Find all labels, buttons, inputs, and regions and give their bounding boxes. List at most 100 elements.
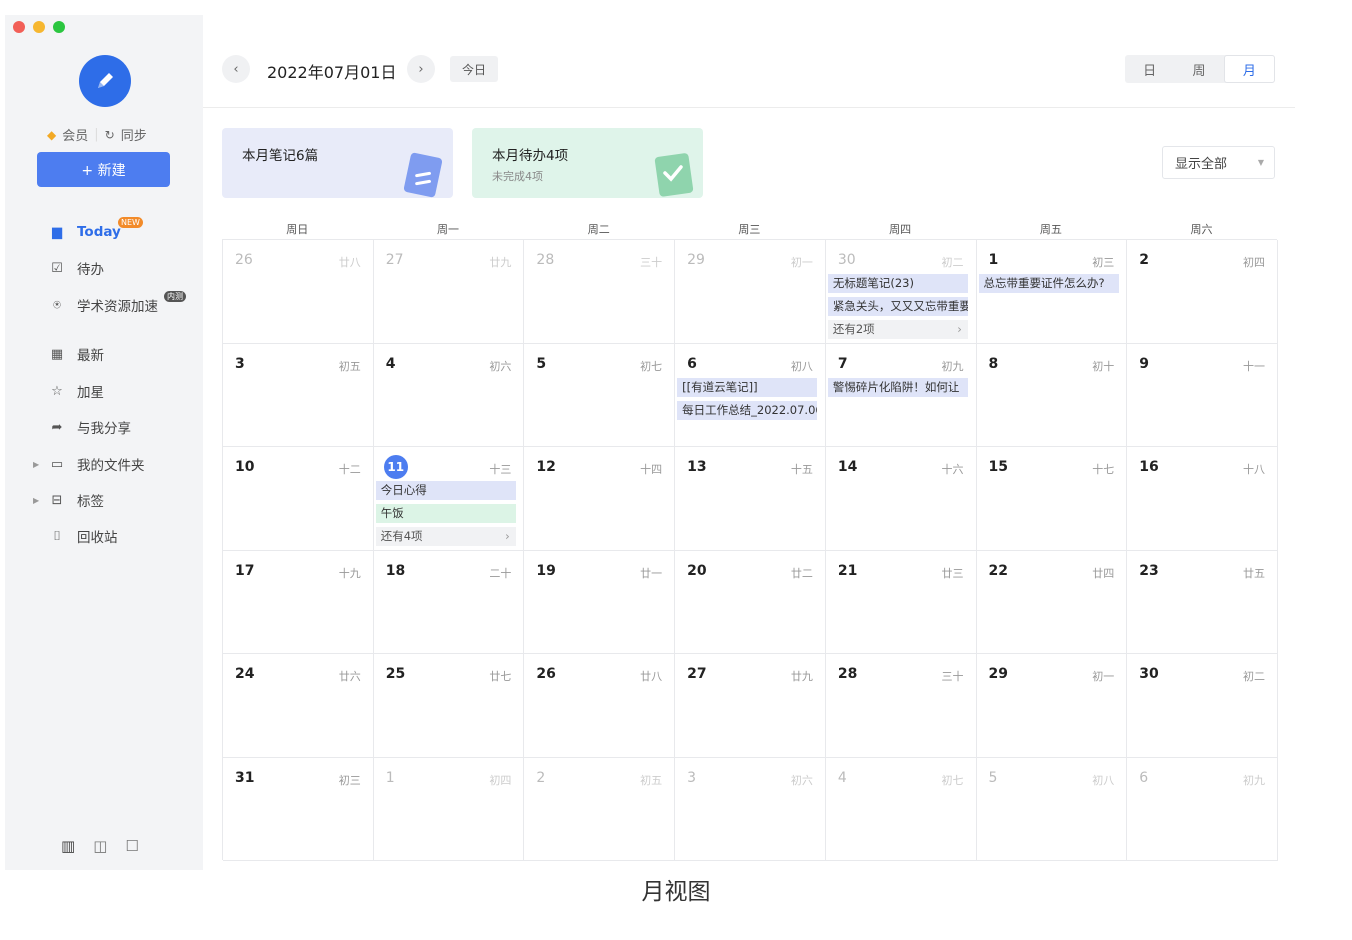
calendar-day-cell[interactable]: 26 廿八 [223,240,374,344]
note-event[interactable]: 无标题笔记(23) [827,274,968,293]
calendar-day-cell[interactable]: 2 初四 [1127,240,1278,344]
member-link[interactable]: 会员 [62,125,88,144]
expand-arrow-icon[interactable]: ▶ [33,460,39,469]
todo-event[interactable]: 午饭 [375,504,516,523]
calendar-day-cell[interactable]: 20 廿二 [675,550,826,654]
sync-link[interactable]: 同步 [121,125,147,144]
sidebar-item-shared[interactable]: ➦ 与我分享 [5,413,203,441]
calendar-day-cell[interactable]: 29 初一 [675,240,826,344]
today-button[interactable]: 今日 [450,56,498,82]
calendar-day-cell[interactable]: 14 十六 [825,447,977,551]
calendar-day-cell[interactable]: 16 十八 [1127,447,1278,551]
sidebar-item-folders[interactable]: ▶ ▭ 我的文件夹 [5,450,203,478]
calendar-day-cell[interactable]: 27 廿九 [675,654,826,758]
calendar-day-cell[interactable]: 4 初六 [373,343,525,447]
calendar-day-cell[interactable]: 13 十五 [675,447,826,551]
lunar-date: 初六 [489,359,512,373]
weekday-label: 周二 [587,223,610,236]
calendar-day-cell[interactable]: 22 廿四 [976,550,1128,654]
view-switcher: 日 周 月 [1125,55,1275,83]
prev-month-button[interactable]: ‹ [222,55,250,83]
maximize-window-button[interactable] [53,21,65,33]
calendar-day-cell[interactable]: 31 初三 [223,757,374,861]
todos-summary-card[interactable]: 本月待办4项 未完成4项 [472,128,703,198]
calendar-day-cell[interactable]: 5 初七 [524,343,676,447]
calendar-day-cell[interactable]: 6 初八 [[有道云笔记]] 每日工作总结_2022.07.06 [675,343,826,447]
calendar-day-cell[interactable]: 3 初五 [223,343,374,447]
three-column-layout-icon[interactable]: ▥ [61,837,75,855]
today-date-marker: 11 [383,455,408,479]
calendar-day-cell[interactable]: 26 廿八 [524,654,676,758]
single-column-layout-icon[interactable]: ☐ [125,837,138,855]
calendar-day-cell[interactable]: 6 初九 [1127,757,1278,861]
next-month-button[interactable]: › [407,55,435,83]
sidebar-item-starred[interactable]: ☆ 加星 [5,377,203,405]
event-label: 无标题笔记(23) [832,276,914,290]
calendar-day-cell[interactable]: 21 廿三 [825,550,977,654]
calendar-day-cell[interactable]: 12 十四 [524,447,676,551]
calendar-day-cell[interactable]: 19 廿一 [524,550,676,654]
sidebar-item-academic[interactable]: ⍟ 学术资源加速 内测 [5,291,203,319]
sidebar-item-tags[interactable]: ▶ ⊟ 标签 [5,486,203,514]
calendar-day-cell[interactable]: 27 廿九 [373,240,525,344]
calendar-day-cell[interactable]: 11 十三 今日心得 午饭 还有4项 › [373,447,525,551]
calendar-day-cell[interactable]: 18 二十 [373,550,525,654]
sidebar-item-todo[interactable]: ☑ 待办 [5,254,203,282]
calendar-day-cell[interactable]: 24 廿六 [223,654,374,758]
note-event[interactable]: 紧急关头，又又又忘带重要 [827,297,968,316]
calendar-day-cell[interactable]: 29 初一 [976,654,1128,758]
display-filter-value: 显示全部 [1175,157,1228,172]
day-number: 19 [536,562,556,579]
note-event[interactable]: 警惕碎片化陷阱！如何让 [827,377,968,397]
sidebar-item-label: 回收站 [77,530,118,546]
calendar-day-cell[interactable]: 1 初四 [373,757,525,861]
calendar-day-cell[interactable]: 30 初二 无标题笔记(23) 紧急关头，又又又忘带重要 还有2项 › [825,240,977,344]
calendar-icon: ▆ [52,224,62,240]
view-week-tab[interactable]: 周 [1174,55,1223,83]
lunar-date: 廿八 [338,256,361,269]
calendar-day-cell[interactable]: 17 十九 [223,550,374,654]
calendar-day-cell[interactable]: 30 初二 [1127,654,1278,758]
calendar-day-cell[interactable]: 28 三十 [825,654,977,758]
calendar-day-cell[interactable]: 5 初八 [976,757,1128,861]
expand-arrow-icon[interactable]: ▶ [33,496,39,505]
new-note-button[interactable]: + 新建 [37,152,170,187]
close-window-button[interactable] [13,21,25,33]
notes-summary-card[interactable]: 本月笔记6篇 [222,128,453,198]
note-event[interactable]: 每日工作总结_2022.07.06 [677,400,818,420]
more-events-link[interactable]: 还有4项 › [375,527,516,546]
calendar-day-cell[interactable]: 2 初五 [524,757,676,861]
calendar-day-cell[interactable]: 10 十二 [223,447,374,551]
notes-summary-title: 本月笔记6篇 [242,148,319,164]
calendar-day-cell[interactable]: 8 初十 [976,343,1128,447]
day-number: 23 [1139,562,1159,579]
note-event[interactable]: 今日心得 [375,481,516,500]
day-number: 30 [837,252,856,268]
two-column-layout-icon[interactable]: ◫ [93,837,107,855]
lunar-date: 初五 [338,359,361,373]
day-number: 22 [988,562,1009,579]
display-filter-select[interactable]: 显示全部 ▼ [1162,146,1275,179]
calendar-day-cell[interactable]: 1 初三 总忘带重要证件怎么办? [976,240,1128,344]
lunar-date: 初八 [790,359,813,373]
note-event[interactable]: [[有道云笔记]] [677,377,818,397]
calendar-day-cell[interactable]: 7 初九 警惕碎片化陷阱！如何让 [825,343,977,447]
calendar-day-cell[interactable]: 28 三十 [524,240,676,344]
sidebar-item-trash[interactable]: ⌷ 回收站 [5,522,203,550]
calendar-day-cell[interactable]: 3 初六 [675,757,826,861]
calendar-day-cell[interactable]: 25 廿七 [373,654,525,758]
minimize-window-button[interactable] [33,21,45,33]
more-events-link[interactable]: 还有2项 › [827,320,968,339]
view-day-tab[interactable]: 日 [1125,55,1174,83]
note-event[interactable]: 总忘带重要证件怎么办? [978,274,1119,293]
view-month-tab[interactable]: 月 [1223,55,1275,83]
sidebar-item-recent[interactable]: ▦ 最新 [5,340,203,368]
calendar-day-cell[interactable]: 15 十七 [976,447,1128,551]
day-number: 26 [536,666,556,682]
lunar-date: 初二 [1242,670,1265,683]
calendar-day-cell[interactable]: 9 十一 [1127,343,1278,447]
calendar-day-cell[interactable]: 23 廿五 [1127,550,1278,654]
calendar-day-cell[interactable]: 4 初七 [825,757,977,861]
day-number: 8 [988,355,999,372]
sidebar-item-today[interactable]: ▆ Today NEW [5,217,203,246]
